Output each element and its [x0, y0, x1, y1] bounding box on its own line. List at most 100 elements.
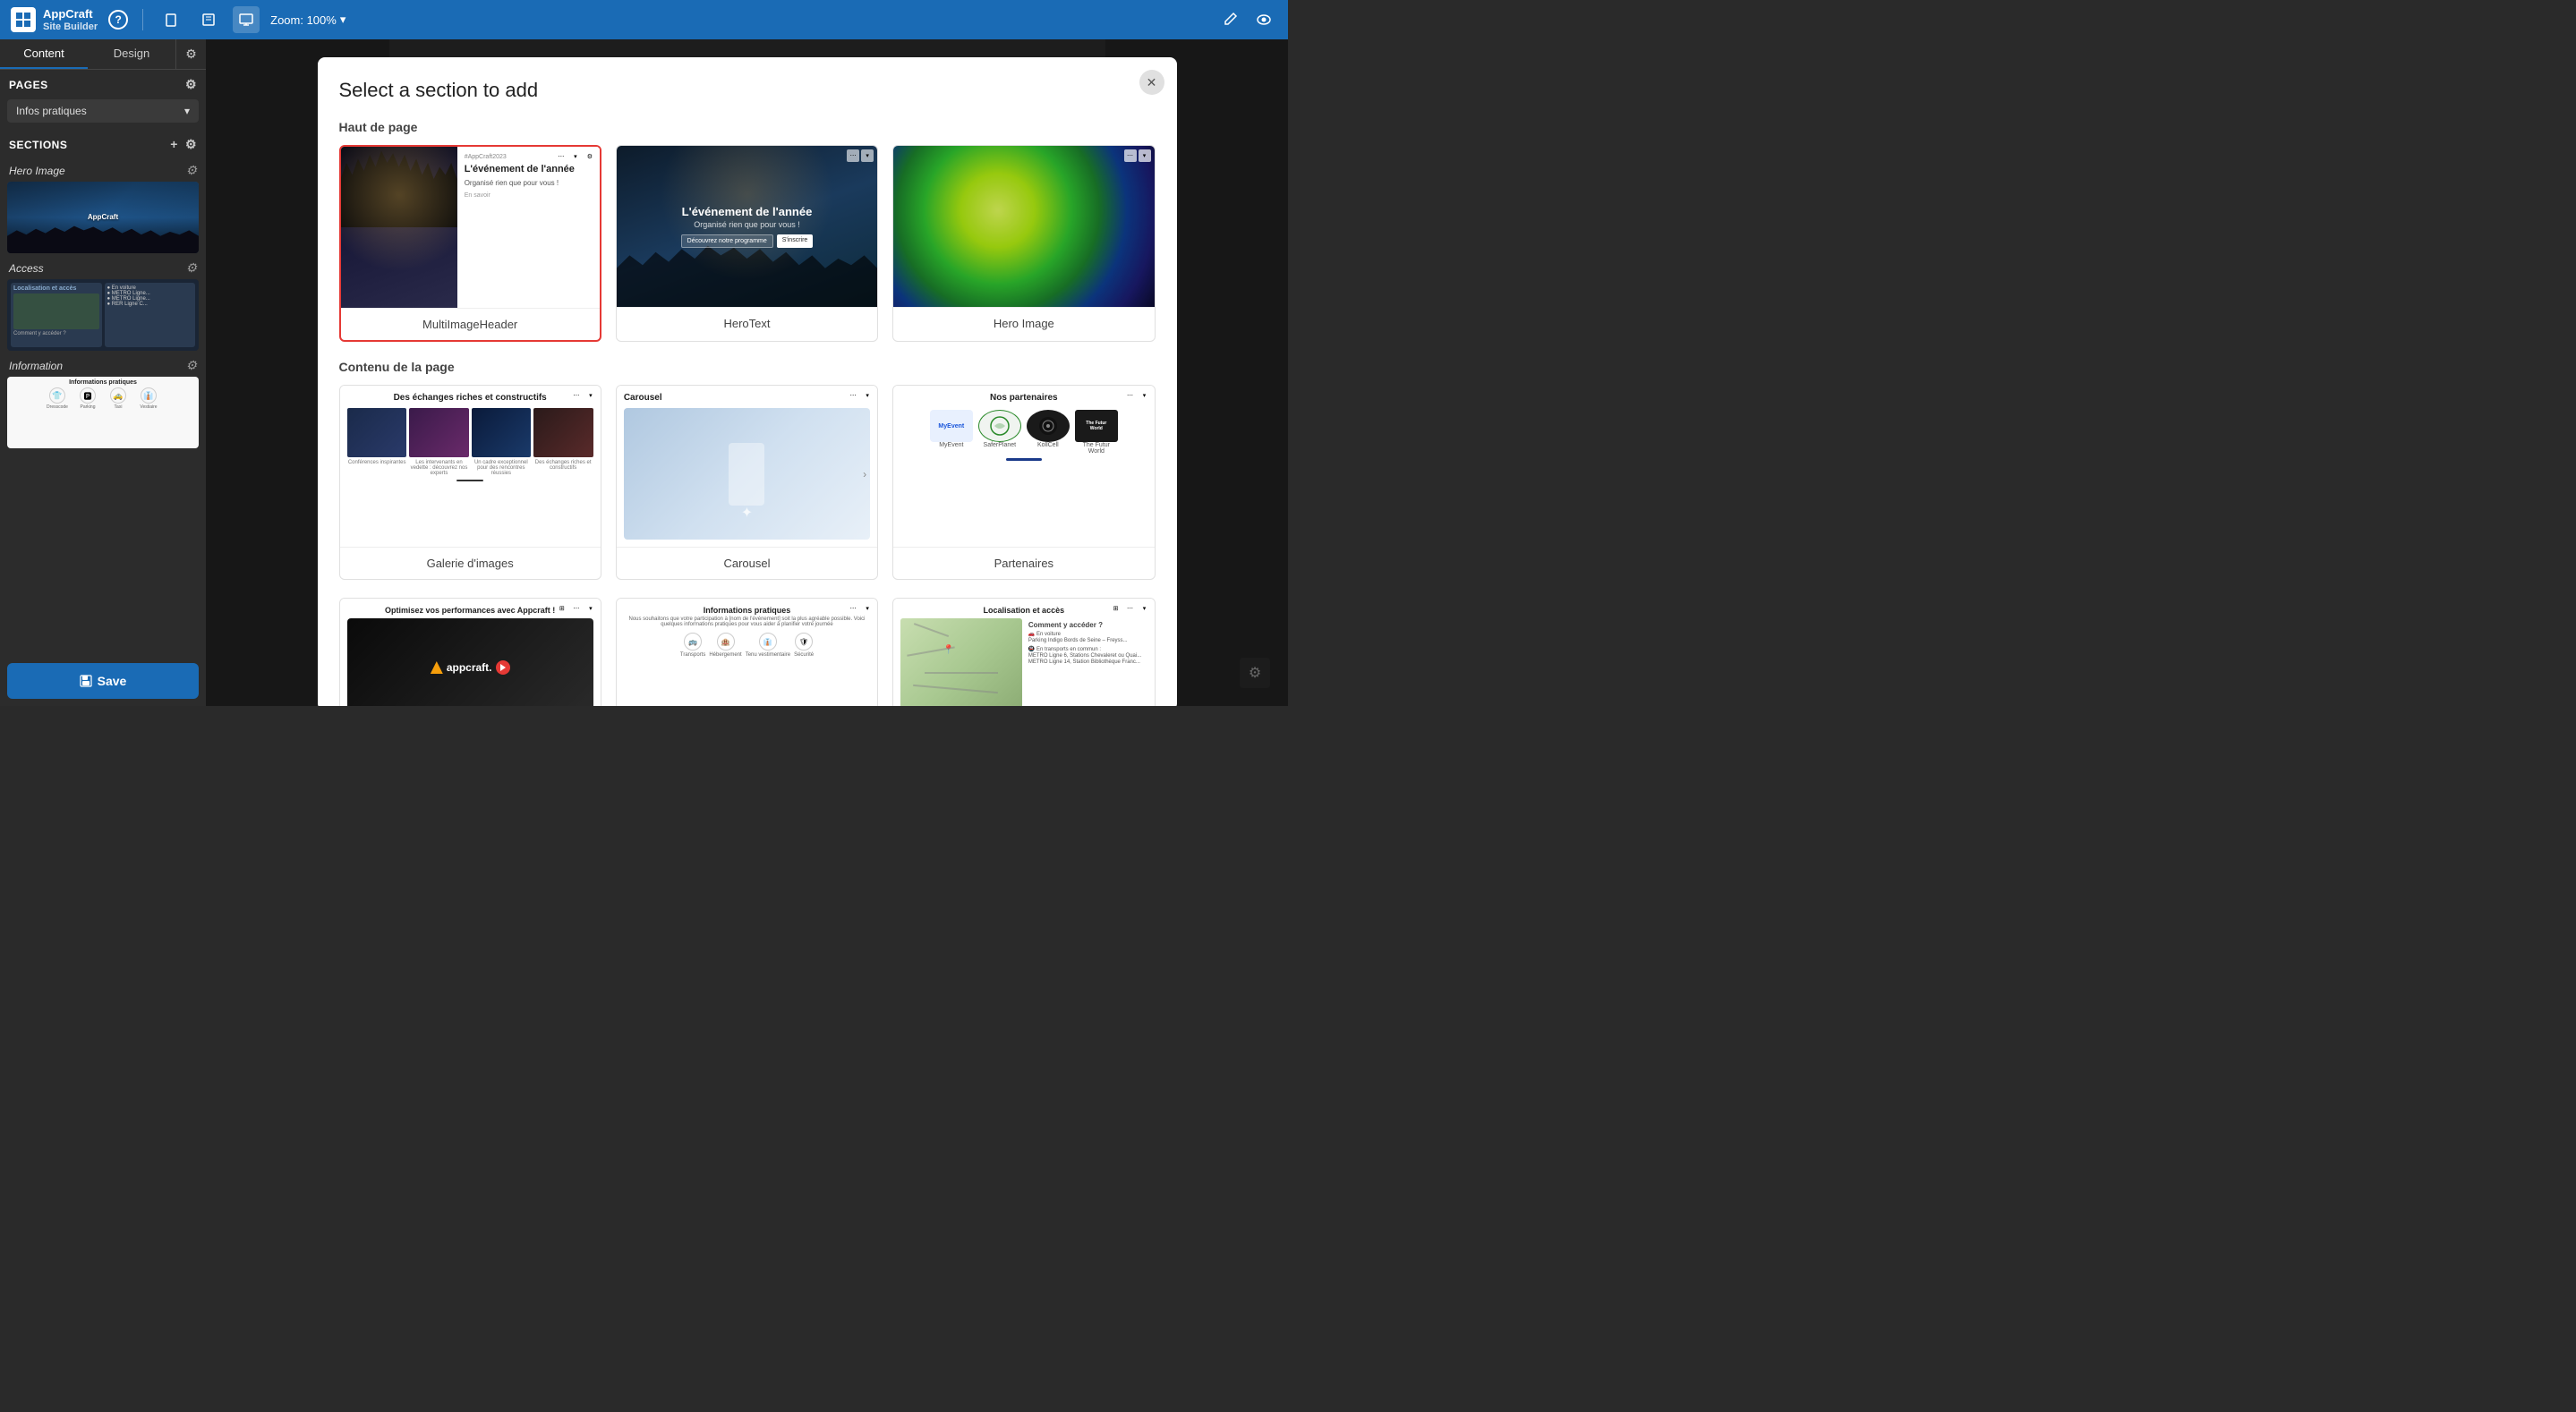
pages-label: PAGES [9, 79, 48, 91]
tab-content[interactable]: Content [0, 39, 88, 69]
section-access-preview[interactable]: Localisation et accès Comment y accéder … [7, 279, 199, 351]
zoom-selector[interactable]: Zoom: 100% ▾ [270, 13, 345, 27]
section-access-header: Access [0, 257, 206, 279]
carousel-nav-icon[interactable]: › [863, 468, 866, 481]
modal-overlay: ✕ Select a section to add Haut de page [206, 39, 1288, 706]
galerie-captions: Conférences inspirantes Les intervenants… [347, 460, 593, 476]
tab-design[interactable]: Design [88, 39, 175, 69]
carousel-main: ✦ › [624, 408, 870, 540]
sections-section-header: SECTIONS + [0, 130, 206, 159]
sections-plus-icon[interactable]: + [170, 137, 178, 152]
optimise-grid-icon: ⊞ [556, 602, 568, 615]
edit-button[interactable] [1216, 6, 1243, 33]
part-bar [1006, 458, 1042, 461]
save-label: Save [98, 674, 127, 688]
herotext-btn2: S'inscrire [777, 234, 814, 248]
modal-close-button[interactable]: ✕ [1139, 70, 1164, 95]
partenaires-preview: ⋯ ▾ Nos partenaires MyEvent MyEvent [893, 386, 1154, 547]
hero-image-label: Hero Image [893, 307, 1154, 339]
heroimage-overlay [893, 146, 1154, 307]
section-hero-preview[interactable]: AppCraft [7, 182, 199, 253]
section-information-gear-icon[interactable] [185, 358, 197, 373]
modal-title: Select a section to add [339, 79, 1156, 102]
preview-card-icons: ⋯ ▾ ⚙ [555, 150, 596, 163]
section-card-galerie[interactable]: ⋯ ▾ Des échanges riches et constructifs [339, 385, 601, 580]
transport-label: Transports [680, 652, 705, 658]
tab-settings-button[interactable]: ⚙ [175, 39, 206, 69]
heroimage-chevron-icon: ▾ [1139, 149, 1151, 162]
card-preview-heroimage: ⋯ ▾ [893, 146, 1154, 307]
galerie-thumb-1 [347, 408, 407, 457]
section-grid-haut: ⋯ ▾ ⚙ #AppCraft2023 L'événement de l'ann… [339, 145, 1156, 342]
galerie-progress-bar [456, 480, 483, 481]
card-preview-herotext: ⋯ ▾ L'événement de l'année Organisé rien… [617, 146, 877, 307]
partner-saferplanet: SaferPlanet [978, 410, 1021, 455]
preview-button[interactable] [1250, 6, 1277, 33]
pages-button[interactable] [195, 6, 222, 33]
sidebar: Content Design ⚙ PAGES Infos pratiques ▾… [0, 39, 206, 706]
help-button[interactable]: ? [108, 10, 128, 30]
pages-gear-icon[interactable] [185, 77, 197, 92]
bookmark-button[interactable] [158, 6, 184, 33]
card-preview-carousel: ⋯ ▾ Carousel ✦ › [617, 386, 877, 547]
local-metro-1: Parking Indigo Bords de Seine – Freyss..… [1028, 638, 1145, 643]
section-access-gear-icon[interactable] [185, 260, 197, 276]
play-button-icon [496, 660, 510, 675]
local-transit: 🚇 En transports en commun : [1028, 646, 1145, 652]
sections-actions: + [170, 137, 197, 152]
section-hero-gear-icon[interactable] [185, 163, 197, 178]
optimise-preview: ⊞ ⋯ ▾ Optimisez vos performances avec Ap… [340, 599, 601, 706]
app-name-area: AppCraft Site Builder [43, 7, 98, 32]
galerie-thumb-4 [533, 408, 593, 457]
saferplanet-logo [978, 410, 1021, 442]
section-item-information: Information Informations pratiques 👕 Dre… [0, 354, 206, 448]
zoom-label: Zoom: 100% [270, 13, 337, 27]
carousel-sparkle-icon: ✦ [741, 504, 753, 522]
herotext-sub: Organisé rien que pour vous ! [694, 220, 800, 229]
part-dots-icon: ⋯ [1124, 389, 1137, 402]
section-card-carousel[interactable]: ⋯ ▾ Carousel ✦ › Car [616, 385, 878, 580]
sections-gear-icon[interactable] [185, 137, 197, 152]
part-title: Nos partenaires [900, 393, 1147, 403]
section-card-infos-pratiques[interactable]: ⋯ ▾ Informations pratiques Nous souhaito… [616, 598, 878, 706]
galerie-thumb-3 [472, 408, 532, 457]
hebergement-label: Hébergement [709, 652, 741, 658]
card-preview-optimise: ⊞ ⋯ ▾ Optimisez vos performances avec Ap… [340, 599, 601, 706]
pages-dropdown[interactable]: Infos pratiques ▾ [7, 99, 199, 123]
local-map: 📍 [900, 618, 1022, 706]
multi-image-header-preview: ⋯ ▾ ⚙ #AppCraft2023 L'événement de l'ann… [341, 147, 600, 308]
section-card-multi-image-header[interactable]: ⋯ ▾ ⚙ #AppCraft2023 L'événement de l'ann… [339, 145, 601, 342]
info-icon-hebergement: 🏨 Hébergement [709, 633, 741, 658]
section-information-preview[interactable]: Informations pratiques 👕 Dresscode 🅿 Par… [7, 377, 199, 448]
card-preview-localisation: ⊞ ⋯ ▾ Localisation et accès 📍 [893, 599, 1154, 706]
carousel-card-icons: ⋯ ▾ [847, 389, 874, 402]
appcraft-branding: appcraft. [431, 660, 510, 675]
section-card-hero-image[interactable]: ⋯ ▾ Hero Image [892, 145, 1155, 342]
optimise-chevron-icon: ▾ [584, 602, 597, 615]
section-card-localisation[interactable]: ⊞ ⋯ ▾ Localisation et accès 📍 [892, 598, 1155, 706]
heroimage-preview: ⋯ ▾ [893, 146, 1154, 307]
myevent-name: MyEvent [930, 442, 973, 448]
pages-section-header: PAGES [0, 70, 206, 99]
monitor-button[interactable] [233, 6, 260, 33]
futurworld-logo: The FuturWorld [1075, 410, 1118, 442]
partner-logos: MyEvent MyEvent SaferPlanet [900, 410, 1147, 455]
herotext-chevron-icon: ▾ [861, 149, 874, 162]
local-card-icons: ⊞ ⋯ ▾ [1110, 602, 1151, 615]
save-button[interactable]: Save [7, 663, 199, 699]
multi-title: L'événement de l'année [465, 164, 593, 175]
local-how-to: Comment y accéder ? [1028, 621, 1145, 629]
section-card-hero-text[interactable]: ⋯ ▾ L'événement de l'année Organisé rien… [616, 145, 878, 342]
localisation-preview: ⊞ ⋯ ▾ Localisation et accès 📍 [893, 599, 1154, 706]
sections-label: SECTIONS [9, 139, 67, 151]
modal-section-haut-label: Haut de page [339, 120, 1156, 134]
partner-kollcell: KollCell [1027, 410, 1070, 455]
carousel-person [729, 443, 764, 506]
local-grid-icon: ⊞ [1110, 602, 1122, 615]
galerie-title: Des échanges riches et constructifs [347, 393, 593, 403]
card-preview-galerie: ⋯ ▾ Des échanges riches et constructifs [340, 386, 601, 547]
info-icon-transports: 🚌 Transports [680, 633, 705, 658]
section-card-partenaires[interactable]: ⋯ ▾ Nos partenaires MyEvent MyEvent [892, 385, 1155, 580]
section-card-optimise[interactable]: ⊞ ⋯ ▾ Optimisez vos performances avec Ap… [339, 598, 601, 706]
partenaires-label: Partenaires [893, 547, 1154, 579]
